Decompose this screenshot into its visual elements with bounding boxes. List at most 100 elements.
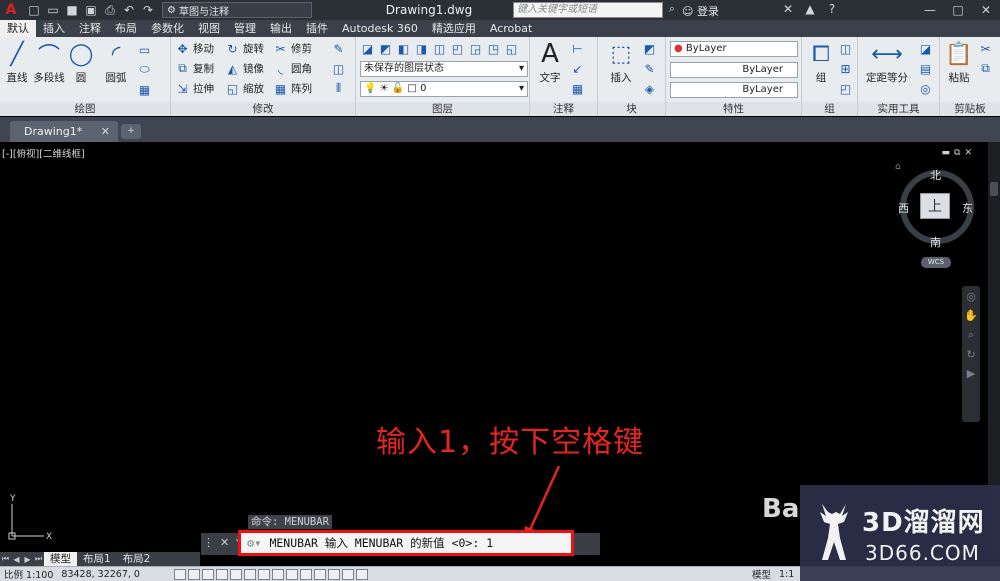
- coordinates-readout[interactable]: 83428, 32267, 0: [57, 569, 144, 580]
- pan-icon[interactable]: ✋: [964, 309, 978, 322]
- group-edit-tool[interactable]: ⊞: [838, 60, 856, 77]
- print-icon[interactable]: ⎙: [102, 3, 118, 17]
- tab-manage[interactable]: 管理: [227, 20, 263, 37]
- attribute-tool[interactable]: ◈: [642, 80, 660, 97]
- ungroup-tool[interactable]: ◫: [838, 40, 856, 57]
- snap-icon[interactable]: [173, 568, 186, 580]
- save-icon[interactable]: ■: [64, 3, 80, 17]
- exchange-icon[interactable]: ✕: [780, 2, 796, 16]
- first-layout-icon[interactable]: ⏮: [0, 554, 11, 564]
- maximize-icon[interactable]: □: [944, 0, 972, 20]
- otrack-icon[interactable]: [257, 568, 270, 580]
- ducs-icon[interactable]: [271, 568, 284, 580]
- undo-icon[interactable]: ↶: [121, 3, 137, 17]
- close-icon[interactable]: ✕: [964, 148, 972, 158]
- polyline-tool[interactable]: ⌒ 多段线: [32, 40, 66, 85]
- close-icon[interactable]: ✕: [972, 0, 1000, 20]
- annotation-monitor-icon[interactable]: [355, 568, 368, 580]
- tab-default[interactable]: 默认: [0, 20, 36, 37]
- offset-tool[interactable]: ⫴: [331, 80, 349, 97]
- tab-plugins[interactable]: 插件: [299, 20, 335, 37]
- layer-dropdown[interactable]: 💡 ☀ 🔓 □ 0 ▾: [360, 81, 528, 97]
- tab-autodesk360[interactable]: Autodesk 360: [335, 20, 425, 37]
- tab-insert[interactable]: 插入: [36, 20, 72, 37]
- panel-label-clipboard[interactable]: 剪贴板: [940, 102, 1000, 116]
- steering-wheel-icon[interactable]: ◎: [966, 290, 976, 303]
- panel-label-group[interactable]: 组: [802, 102, 857, 116]
- table-tool-2[interactable]: ▦: [570, 80, 588, 97]
- color-dropdown[interactable]: ● ByLayer: [670, 41, 798, 57]
- selection-cycling-icon[interactable]: [341, 568, 354, 580]
- explode-tool[interactable]: ◫: [331, 60, 349, 77]
- layout-tab-layout1[interactable]: 布局1: [77, 552, 117, 566]
- cut-tool[interactable]: ✂: [978, 40, 996, 57]
- linetype-dropdown[interactable]: ByLayer: [670, 62, 798, 78]
- erase-tool[interactable]: ✎: [331, 40, 349, 57]
- group-select-tool[interactable]: ◰: [838, 80, 856, 97]
- zoom-icon[interactable]: ⌕: [968, 328, 974, 342]
- point-tool[interactable]: ◎: [918, 80, 936, 97]
- circle-tool[interactable]: ◯ 圆: [64, 40, 98, 85]
- tab-output[interactable]: 输出: [263, 20, 299, 37]
- measure-tool[interactable]: ⟷ 定距等分: [862, 40, 912, 85]
- rotate-tool[interactable]: ↻ 旋转: [225, 40, 264, 57]
- polar-icon[interactable]: [215, 568, 228, 580]
- minimize-icon[interactable]: ▬: [942, 148, 951, 158]
- layer-properties-tool[interactable]: ◪ ◩ ◧ ◨ ◫ ◰ ◲ ◳ ◱: [360, 40, 522, 57]
- panel-label-block[interactable]: 块: [598, 102, 665, 116]
- tab-acrobat[interactable]: Acrobat: [483, 20, 539, 37]
- panel-label-properties[interactable]: 特性: [666, 102, 801, 116]
- tab-annotate[interactable]: 注释: [72, 20, 108, 37]
- close-icon[interactable]: ✕: [101, 121, 110, 142]
- orbit-icon[interactable]: ↻: [966, 348, 975, 361]
- last-layout-icon[interactable]: ⏭: [33, 554, 44, 564]
- layer-state-dropdown[interactable]: 未保存的图层状态 ▾: [360, 61, 528, 77]
- tab-view[interactable]: 视图: [191, 20, 227, 37]
- copy-clip-tool[interactable]: ⧉: [978, 60, 996, 77]
- annotation-scale-button[interactable]: 1:1: [775, 569, 798, 580]
- dyn-icon[interactable]: [285, 568, 298, 580]
- panel-label-layer[interactable]: 图层: [356, 102, 529, 116]
- compass-south[interactable]: 南: [930, 234, 941, 250]
- fillet-tool[interactable]: ◟ 圆角: [273, 60, 312, 77]
- scale-tool[interactable]: ◱ 缩放: [225, 80, 264, 97]
- new-file-icon[interactable]: □: [26, 3, 42, 17]
- layout-tab-layout2[interactable]: 布局2: [117, 552, 157, 566]
- move-tool[interactable]: ✥ 移动: [175, 40, 214, 57]
- arc-tool[interactable]: ◜ 圆弧: [99, 40, 133, 85]
- trim-tool[interactable]: ✂ 修剪: [273, 40, 312, 57]
- grid-icon[interactable]: [187, 568, 200, 580]
- prev-layout-icon[interactable]: ◀: [11, 555, 22, 564]
- leader-tool[interactable]: ↙: [570, 60, 588, 77]
- copy-tool[interactable]: ⧉ 复制: [175, 60, 214, 77]
- panel-label-draw[interactable]: 绘图: [0, 102, 170, 116]
- scrollbar-thumb[interactable]: [990, 182, 998, 196]
- tab-layout[interactable]: 布局: [108, 20, 144, 37]
- ortho-icon[interactable]: [201, 568, 214, 580]
- panel-label-modify[interactable]: 修改: [171, 102, 355, 116]
- redo-icon[interactable]: ↷: [140, 3, 156, 17]
- group-tool[interactable]: ⧠ 组: [804, 40, 838, 85]
- new-tab-button[interactable]: +: [121, 124, 141, 139]
- quick-properties-icon[interactable]: [327, 568, 340, 580]
- viewcube-face[interactable]: 上: [920, 193, 950, 219]
- rectangle-tool[interactable]: ▭: [137, 41, 155, 58]
- showmotion-icon[interactable]: ▶: [967, 367, 975, 380]
- search-icon[interactable]: ⌕: [664, 2, 680, 18]
- paste-tool[interactable]: 📋 粘贴: [942, 40, 976, 85]
- osnap-icon[interactable]: [229, 568, 242, 580]
- panel-label-annotation[interactable]: 注释: [530, 102, 597, 116]
- model-space-button[interactable]: 模型: [748, 567, 775, 581]
- hatch-tool[interactable]: ⬭: [137, 61, 155, 78]
- app-menu-button[interactable]: A: [0, 0, 22, 20]
- home-icon[interactable]: ⌂: [895, 162, 901, 172]
- save-as-icon[interactable]: ▣: [83, 3, 99, 17]
- quick-select-tool[interactable]: ◪: [918, 40, 936, 57]
- lineweight-dropdown[interactable]: ByLayer: [670, 82, 798, 98]
- login-link[interactable]: ☺ 登录: [682, 3, 719, 19]
- compass-west[interactable]: 西: [898, 200, 909, 216]
- transparency-icon[interactable]: [313, 568, 326, 580]
- tab-featured-apps[interactable]: 精选应用: [425, 20, 483, 37]
- dimension-tool[interactable]: ⊢: [570, 40, 588, 57]
- table-tool[interactable]: ▦: [137, 81, 155, 98]
